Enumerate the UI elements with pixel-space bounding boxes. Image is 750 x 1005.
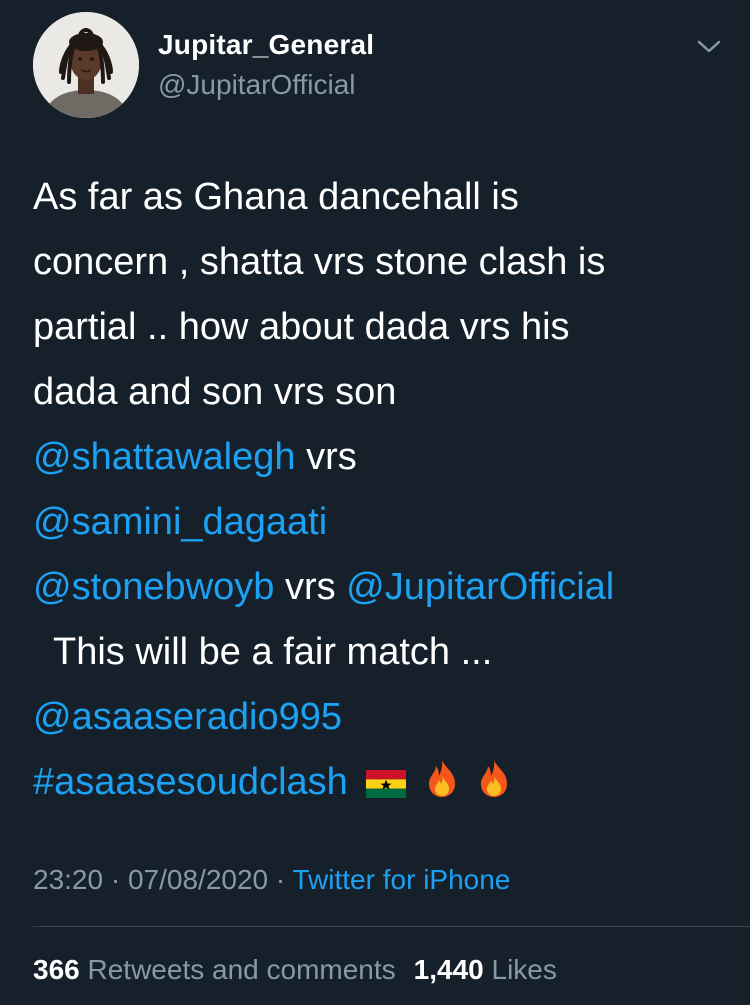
tweet-text: As far as Ghana dancehall is concern , s… [33, 165, 723, 815]
tweet-source-link[interactable]: Twitter for iPhone [293, 864, 511, 895]
tweet-line: As far as Ghana dancehall is [33, 176, 519, 218]
chevron-down-icon[interactable] [694, 34, 724, 58]
avatar-photo-icon [33, 12, 139, 118]
tweet-stats: 366 Retweets and comments 1,440 Likes [33, 950, 557, 990]
mention-link[interactable]: @asaaseradio995 [33, 696, 342, 738]
tweet-line: This will be a fair match ... [53, 631, 493, 673]
meta-separator: · [103, 864, 128, 895]
divider [33, 926, 750, 927]
likes-stat[interactable]: 1,440 Likes [414, 954, 557, 985]
ghana-flag-icon [366, 754, 407, 819]
fire-icon [477, 754, 511, 819]
retweets-label: Retweets and comments [87, 954, 396, 985]
likes-count: 1,440 [413, 954, 484, 985]
tweet-meta: 23:20 · 07/08/2020 · Twitter for iPhone [33, 860, 510, 900]
hashtag-link[interactable]: #asaasesoudclash [33, 761, 348, 803]
tweet-line: @stonebwoyb vrs @JupitarOfficial [33, 555, 723, 620]
tweet-text-segment: vrs [274, 566, 347, 608]
retweets-count: 366 [33, 954, 80, 985]
mention-link[interactable]: @shattawalegh [33, 436, 296, 478]
tweet-line: dada and son vrs son [33, 371, 397, 413]
mention-link[interactable]: @JupitarOfficial [346, 566, 614, 608]
tweet-line: #asaasesoudclash [33, 750, 723, 815]
tweet-time[interactable]: 23:20 [33, 864, 103, 895]
tweet-line: concern , shatta vrs stone clash is [33, 241, 606, 283]
avatar[interactable] [33, 12, 139, 118]
mention-link[interactable]: @samini_dagaati [33, 501, 327, 543]
fire-icon [425, 754, 459, 819]
tweet-text-segment: vrs [295, 436, 357, 478]
tweet-line: partial .. how about dada vrs his [33, 306, 570, 348]
meta-separator: · [268, 864, 293, 895]
display-name[interactable]: Jupitar_General [158, 28, 374, 62]
likes-label: Likes [491, 954, 557, 985]
tweet-date[interactable]: 07/08/2020 [128, 864, 268, 895]
retweets-stat[interactable]: 366 Retweets and comments [33, 954, 396, 985]
tweet-line: @asaaseradio995 [33, 685, 723, 750]
user-handle[interactable]: @JupitarOfficial [158, 68, 356, 102]
mention-link[interactable]: @stonebwoyb [33, 566, 274, 608]
tweet-line: @shattawalegh vrs [33, 425, 723, 490]
tweet-line: @samini_dagaati [33, 490, 723, 555]
